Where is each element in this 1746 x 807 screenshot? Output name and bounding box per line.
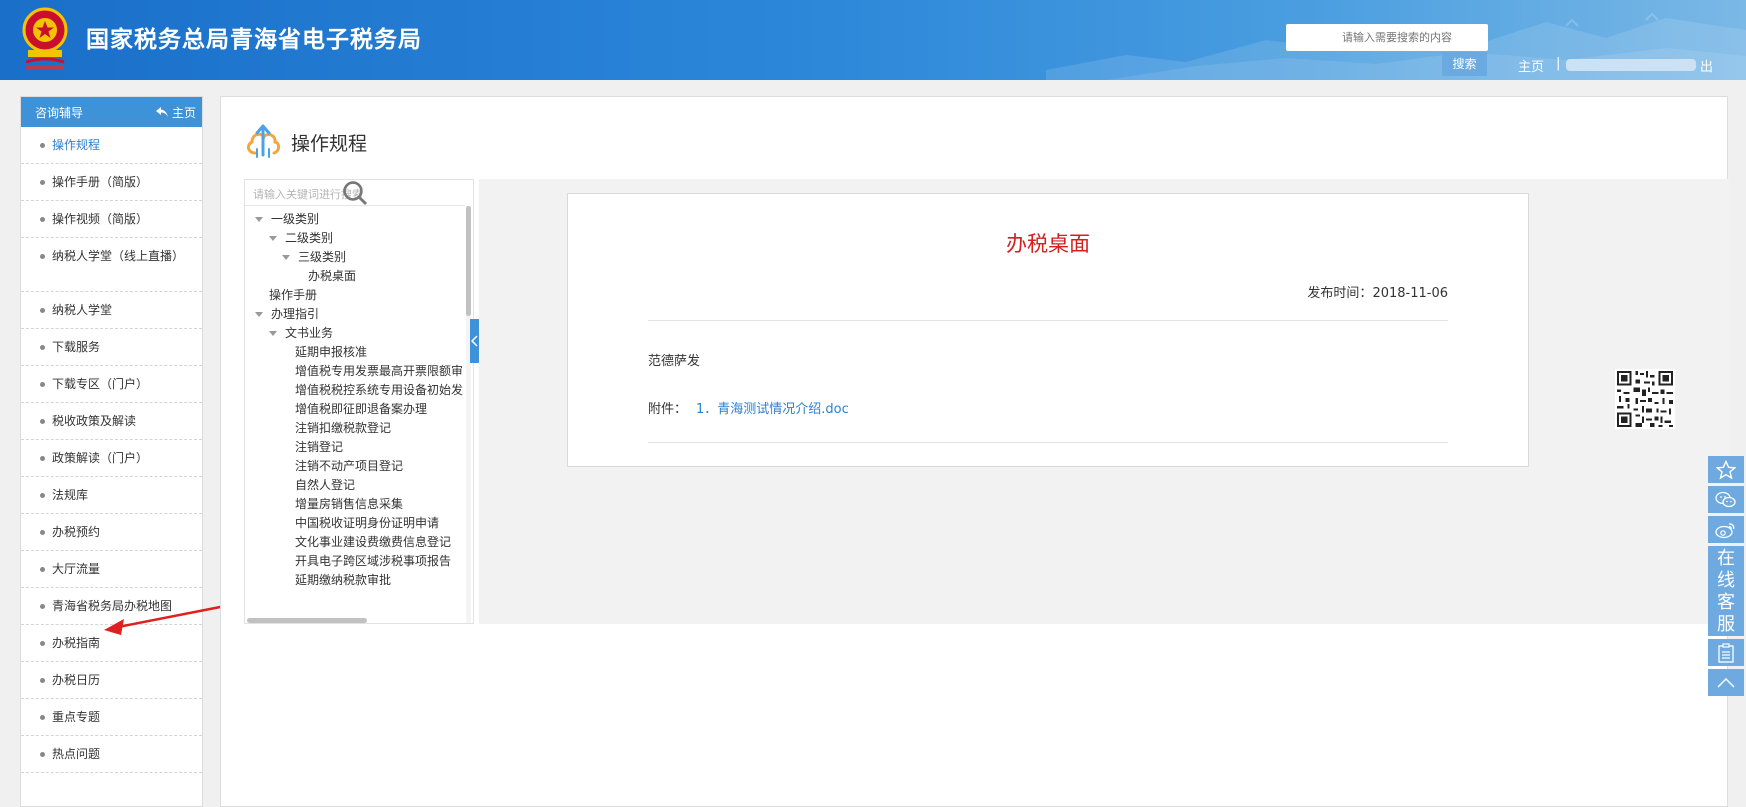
caret-down-icon	[269, 236, 277, 241]
sidebar-item-video-brief[interactable]: 操作视频（简版）	[21, 201, 202, 238]
divider	[648, 320, 1448, 321]
tree-node[interactable]: 自然人登记	[295, 476, 355, 493]
sidebar-item-tax-calendar[interactable]: 办税日历	[21, 662, 202, 699]
tree-node[interactable]: 增值税税控系统专用设备初始发	[295, 381, 463, 398]
caret-down-icon	[255, 217, 263, 222]
sidebar-item-policy-portal[interactable]: 政策解读（门户）	[21, 440, 202, 477]
tree-vertical-scrollbar[interactable]	[466, 206, 471, 623]
tree-node[interactable]: 办税桌面	[308, 267, 356, 284]
sidebar-title: 咨询辅导	[35, 105, 84, 120]
header-home-link[interactable]: 主页	[1518, 56, 1544, 75]
page-title: 操作规程	[291, 133, 368, 155]
site-title: 国家税务总局青海省电子税务局	[86, 27, 422, 53]
tax-emblem-logo	[22, 7, 68, 70]
tree-node[interactable]: 一级类别	[255, 210, 319, 227]
document-body: 范德萨发	[648, 354, 701, 369]
main-panel: 操作规程 请输入关键词进行搜索 一级类别 二级类别 三级类别 办税桌面 操作手册…	[220, 96, 1729, 807]
online-service-button[interactable]: 在 线 客 服	[1708, 546, 1744, 636]
tree-node[interactable]: 开具电子跨区域涉税事项报告	[295, 552, 451, 569]
tree-node[interactable]: 增值税专用发票最高开票限额审	[295, 362, 463, 379]
sidebar-item-operation-rules[interactable]: 操作规程	[21, 127, 202, 164]
sidebar-item-tax-policy[interactable]: 税收政策及解读	[21, 403, 202, 440]
tree-node[interactable]: 延期缴纳税款审批	[295, 571, 391, 588]
user-name-redacted	[1566, 59, 1696, 71]
star-icon	[1716, 459, 1736, 479]
favorite-button[interactable]	[1708, 456, 1744, 483]
right-float-toolbar: 在 线 客 服	[1708, 456, 1744, 699]
logout-link[interactable]: 出	[1700, 56, 1713, 75]
sidebar-item-hot-questions[interactable]: 热点问题	[21, 736, 202, 773]
sidebar-item-key-topics[interactable]: 重点专题	[21, 699, 202, 736]
tree-node[interactable]: 延期申报核准	[295, 343, 367, 360]
attachment-link[interactable]: 1．青海测试情况介绍.doc	[696, 398, 849, 417]
sidebar-item-download-portal[interactable]: 下载专区（门户）	[21, 366, 202, 403]
sidebar-item-manual-brief[interactable]: 操作手册（简版）	[21, 164, 202, 201]
tree-node[interactable]: 文化事业建设费缴费信息登记	[295, 533, 451, 550]
sidebar-item-law-library[interactable]: 法规库	[21, 477, 202, 514]
sidebar-item-taxpayer-school-live[interactable]: 纳税人学堂（线上直播）	[21, 238, 202, 292]
attachment-label: 附件：	[648, 402, 688, 417]
sidebar-item-taxpayer-school[interactable]: 纳税人学堂	[21, 292, 202, 329]
wechat-icon	[1715, 491, 1736, 507]
tree-node[interactable]: 文书业务	[269, 324, 333, 341]
sidebar-home-button[interactable]: 主页	[155, 104, 196, 121]
qr-code	[1615, 369, 1675, 429]
tree-node[interactable]: 操作手册	[269, 286, 317, 303]
caret-down-icon	[282, 255, 290, 260]
sidebar-item-tax-map[interactable]: 青海省税务局办税地图	[21, 588, 202, 625]
category-tree-panel: 请输入关键词进行搜索 一级类别 二级类别 三级类别 办税桌面 操作手册 办理指引…	[244, 179, 474, 624]
search-icon[interactable]	[245, 180, 465, 206]
sidebar-menu: 操作规程 操作手册（简版） 操作视频（简版） 纳税人学堂（线上直播） 纳税人学堂…	[21, 127, 202, 773]
publish-date: 发布时间：2018-11-06	[1307, 286, 1448, 301]
caret-down-icon	[255, 312, 263, 317]
tree-node[interactable]: 中国税收证明身份证明申请	[295, 514, 439, 531]
document-title: 办税桌面	[1006, 232, 1090, 256]
tree-node[interactable]: 注销扣缴税款登记	[295, 419, 391, 436]
reply-arrow-icon	[155, 107, 168, 117]
tree-horizontal-scrollbar[interactable]	[247, 618, 367, 623]
tree-node[interactable]: 注销登记	[295, 438, 343, 455]
site-search-input[interactable]	[1286, 24, 1488, 51]
tree-node[interactable]: 二级类别	[269, 229, 333, 246]
tree-node[interactable]: 增量房销售信息采集	[295, 495, 403, 512]
divider	[648, 442, 1448, 443]
cloud-upload-icon	[246, 124, 281, 158]
weibo-icon	[1715, 522, 1735, 538]
notes-button[interactable]	[1708, 639, 1744, 666]
chevron-left-icon	[470, 335, 478, 347]
back-to-top-button[interactable]	[1708, 669, 1744, 696]
sidebar-item-download-service[interactable]: 下载服务	[21, 329, 202, 366]
site-search-button[interactable]: 搜索	[1442, 52, 1487, 76]
weibo-button[interactable]	[1708, 516, 1744, 543]
document-card: 办税桌面 发布时间：2018-11-06 范德萨发 附件： 1．青海测试情况介绍…	[567, 193, 1529, 467]
wechat-button[interactable]	[1708, 486, 1744, 513]
sidebar-item-hall-traffic[interactable]: 大厅流量	[21, 551, 202, 588]
collapse-tree-button[interactable]	[470, 319, 479, 363]
tree-node[interactable]: 增值税即征即退备案办理	[295, 400, 427, 417]
header-separator: |	[1556, 56, 1561, 71]
sidebar-item-tax-guide[interactable]: 办税指南	[21, 625, 202, 662]
chevron-up-icon	[1717, 677, 1735, 688]
sidebar-header: 咨询辅导 主页	[21, 97, 202, 127]
caret-down-icon	[269, 331, 277, 336]
sidebar-item-appointment[interactable]: 办税预约	[21, 514, 202, 551]
clipboard-icon	[1718, 642, 1734, 663]
tree-node[interactable]: 注销不动产项目登记	[295, 457, 403, 474]
sidebar-home-label: 主页	[171, 105, 196, 120]
top-header: 国家税务总局青海省电子税务局 搜索 主页 | 出	[0, 0, 1746, 80]
tree-node[interactable]: 办理指引	[255, 305, 319, 322]
left-sidebar: 咨询辅导 主页 操作规程 操作手册（简版） 操作视频（简版） 纳税人学堂（线上直…	[20, 96, 203, 807]
tree-node[interactable]: 三级类别	[282, 248, 346, 265]
